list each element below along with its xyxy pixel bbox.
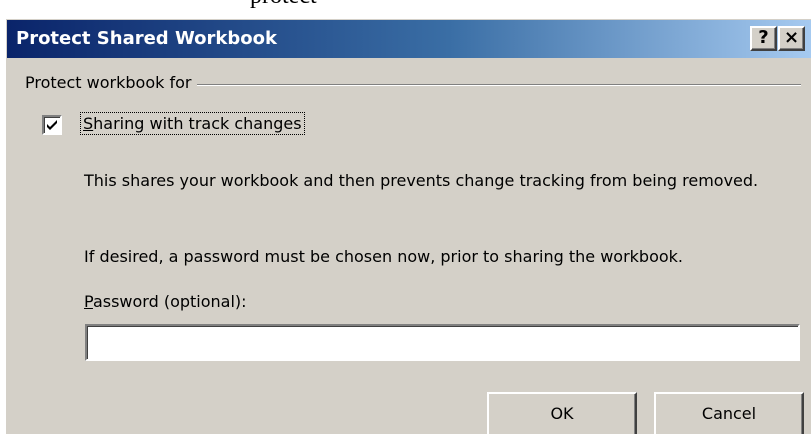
password-input[interactable]: [85, 324, 800, 361]
password-label: Password (optional):: [84, 292, 247, 311]
label-text: haring with track changes: [93, 114, 302, 133]
sharing-with-track-changes-checkbox[interactable]: [42, 115, 62, 135]
help-icon: ?: [758, 27, 769, 48]
description-text: This shares your workbook and then preve…: [84, 171, 759, 190]
label-text: assword (optional):: [92, 292, 247, 311]
group-divider: [192, 84, 801, 86]
close-icon: ×: [783, 27, 800, 48]
help-button[interactable]: ?: [750, 26, 777, 51]
background-document-text: protect: [250, 0, 317, 10]
sharing-with-track-changes-label[interactable]: Sharing with track changes: [80, 112, 305, 135]
cancel-button[interactable]: Cancel: [654, 392, 804, 434]
protect-shared-workbook-dialog: Protect Shared Workbook ? × Protect work…: [4, 17, 811, 434]
checkmark-icon: [47, 120, 57, 130]
screen: protect Protect Shared Workbook ? × Prot…: [0, 0, 811, 434]
dialog-title: Protect Shared Workbook: [16, 28, 277, 49]
password-note-text: If desired, a password must be chosen no…: [84, 247, 683, 266]
label-accelerator: S: [83, 114, 94, 133]
title-bar[interactable]: Protect Shared Workbook ? ×: [7, 20, 811, 58]
group-label: Protect workbook for: [25, 73, 198, 92]
ok-button[interactable]: OK: [487, 392, 637, 434]
label-accelerator: P: [84, 292, 93, 311]
close-button[interactable]: ×: [778, 26, 805, 51]
